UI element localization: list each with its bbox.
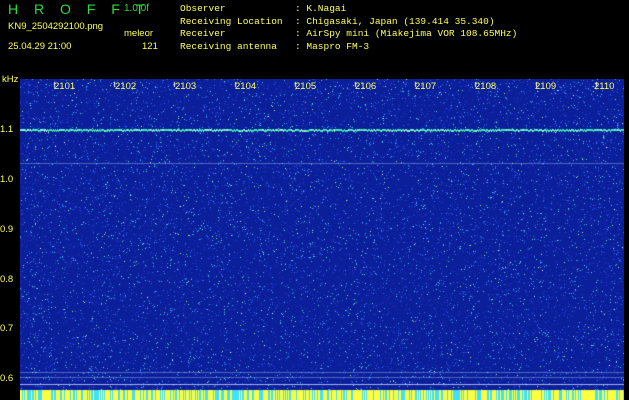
x-tick-label: 2108	[475, 81, 497, 92]
meta-row-antenna: Receiving antenna : Maspro FM-3	[180, 41, 517, 54]
y-tick-label: 1.1	[0, 124, 14, 135]
meta-row-observer: Observer : K.Nagai	[180, 3, 517, 16]
x-tick-label: 2101	[54, 81, 76, 92]
observation-metadata: Observer : K.Nagai Receiving Location : Ch…	[180, 3, 517, 53]
y-tick-label: 0.7	[0, 323, 14, 334]
meta-label: Receiving antenna	[180, 40, 277, 52]
meta-label: Receiving Location	[180, 15, 283, 27]
y-axis-unit: kHz	[2, 74, 19, 85]
app-version: 1.0.0f	[124, 3, 150, 14]
x-tick-label: 2103	[175, 81, 197, 92]
x-tick-label: 2106	[355, 81, 377, 92]
meta-value: : Chigasaki, Japan (139.414 35.340)	[295, 15, 495, 27]
x-tick-label: 2105	[295, 81, 317, 92]
meta-value: : K.Nagai	[295, 3, 347, 14]
image-filename: KN9_2504292100.png	[8, 21, 104, 32]
meta-label: Receiver	[180, 28, 226, 39]
meta-value: : AirSpy mini (Miakejima VOR 108.65MHz)	[295, 28, 518, 39]
detection-mode: meleor	[124, 28, 154, 39]
x-tick-label: 2109	[535, 81, 557, 92]
meta-value: : Maspro FM-3	[295, 40, 370, 52]
header-panel: H R O F F T 1.0.0f KN9_2504292100.png me…	[0, 0, 629, 75]
y-tick-label: 1.0	[0, 174, 14, 185]
y-tick-label: 0.9	[0, 224, 14, 235]
y-tick-label: 0.8	[0, 274, 14, 285]
meta-row-location: Receiving Location : Chigasaki, Japan (13…	[180, 16, 517, 29]
x-tick-label: 2107	[415, 81, 437, 92]
meta-label: Observer	[180, 3, 226, 14]
echo-count: 121	[142, 41, 158, 52]
observation-datetime: 25.04.29 21:00	[8, 41, 72, 52]
spectrogram-plot	[20, 79, 624, 400]
meta-row-receiver: Receiver : AirSpy mini (Miakejima VOR 108…	[180, 28, 517, 41]
y-tick-label: 0.6	[0, 373, 14, 384]
x-tick-label: 2102	[115, 81, 137, 92]
spectrogram-canvas	[20, 79, 624, 400]
plot-right-border	[624, 79, 629, 400]
x-tick-label: 2104	[235, 81, 257, 92]
x-tick-label: 2110	[594, 81, 615, 92]
